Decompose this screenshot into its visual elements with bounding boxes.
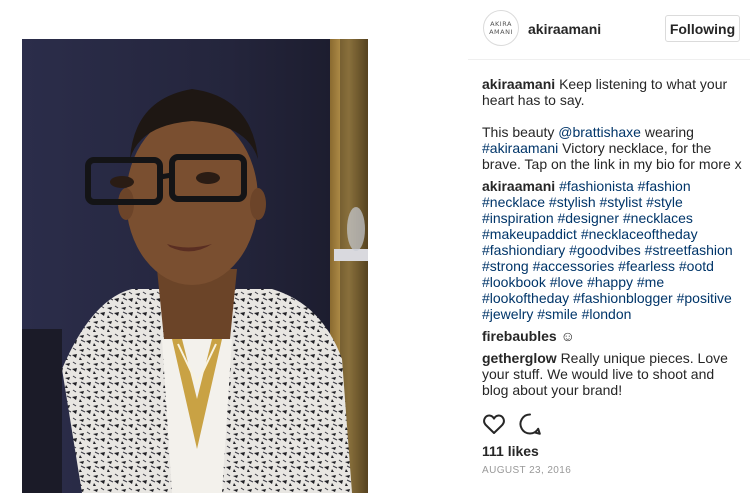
comment-icon[interactable] — [518, 412, 542, 436]
comments-section: akiraamani Keep listening to what your h… — [482, 76, 744, 398]
avatar-logo-text-line2: AMANI — [489, 28, 513, 36]
comment-author[interactable]: firebaubles — [482, 328, 557, 344]
caption-line2-after: wearing — [640, 124, 694, 140]
likes-count[interactable]: 111 likes — [482, 443, 539, 459]
photo-panel — [0, 0, 468, 499]
profile-avatar[interactable]: AKIRA AMANI — [483, 10, 519, 46]
comment-item: firebaubles ☺ — [482, 328, 744, 344]
post-photo-image — [22, 39, 368, 493]
caption-mention-link[interactable]: @brattishaxe — [558, 124, 641, 140]
comment-author[interactable]: getherglow — [482, 350, 557, 366]
post-date[interactable]: AUGUST 23, 2016 — [482, 465, 571, 476]
avatar-logo-text-line1: AKIRA — [490, 20, 512, 28]
following-button[interactable]: Following — [665, 15, 740, 42]
post-header: AKIRA AMANI akiraamani Following — [468, 0, 750, 60]
caption-hashtag-link[interactable]: #akiraamani — [482, 140, 558, 156]
comment-text: ☺ — [560, 328, 575, 344]
comment-author[interactable]: akiraamani — [482, 178, 555, 194]
comment-item: getherglow Really unique pieces. Love yo… — [482, 350, 744, 398]
caption-line2-before: This beauty — [482, 124, 559, 140]
comment-item: akiraamani #fashionista #fashion #neckla… — [482, 178, 744, 322]
header-username[interactable]: akiraamani — [528, 21, 601, 37]
caption: akiraamani Keep listening to what your h… — [482, 76, 744, 172]
caption-author[interactable]: akiraamani — [482, 76, 555, 92]
heart-icon[interactable] — [482, 412, 506, 436]
comment-hashtags[interactable]: #fashionista #fashion #necklace #stylish… — [482, 178, 733, 322]
action-bar — [482, 412, 562, 436]
post-photo[interactable] — [22, 39, 368, 493]
